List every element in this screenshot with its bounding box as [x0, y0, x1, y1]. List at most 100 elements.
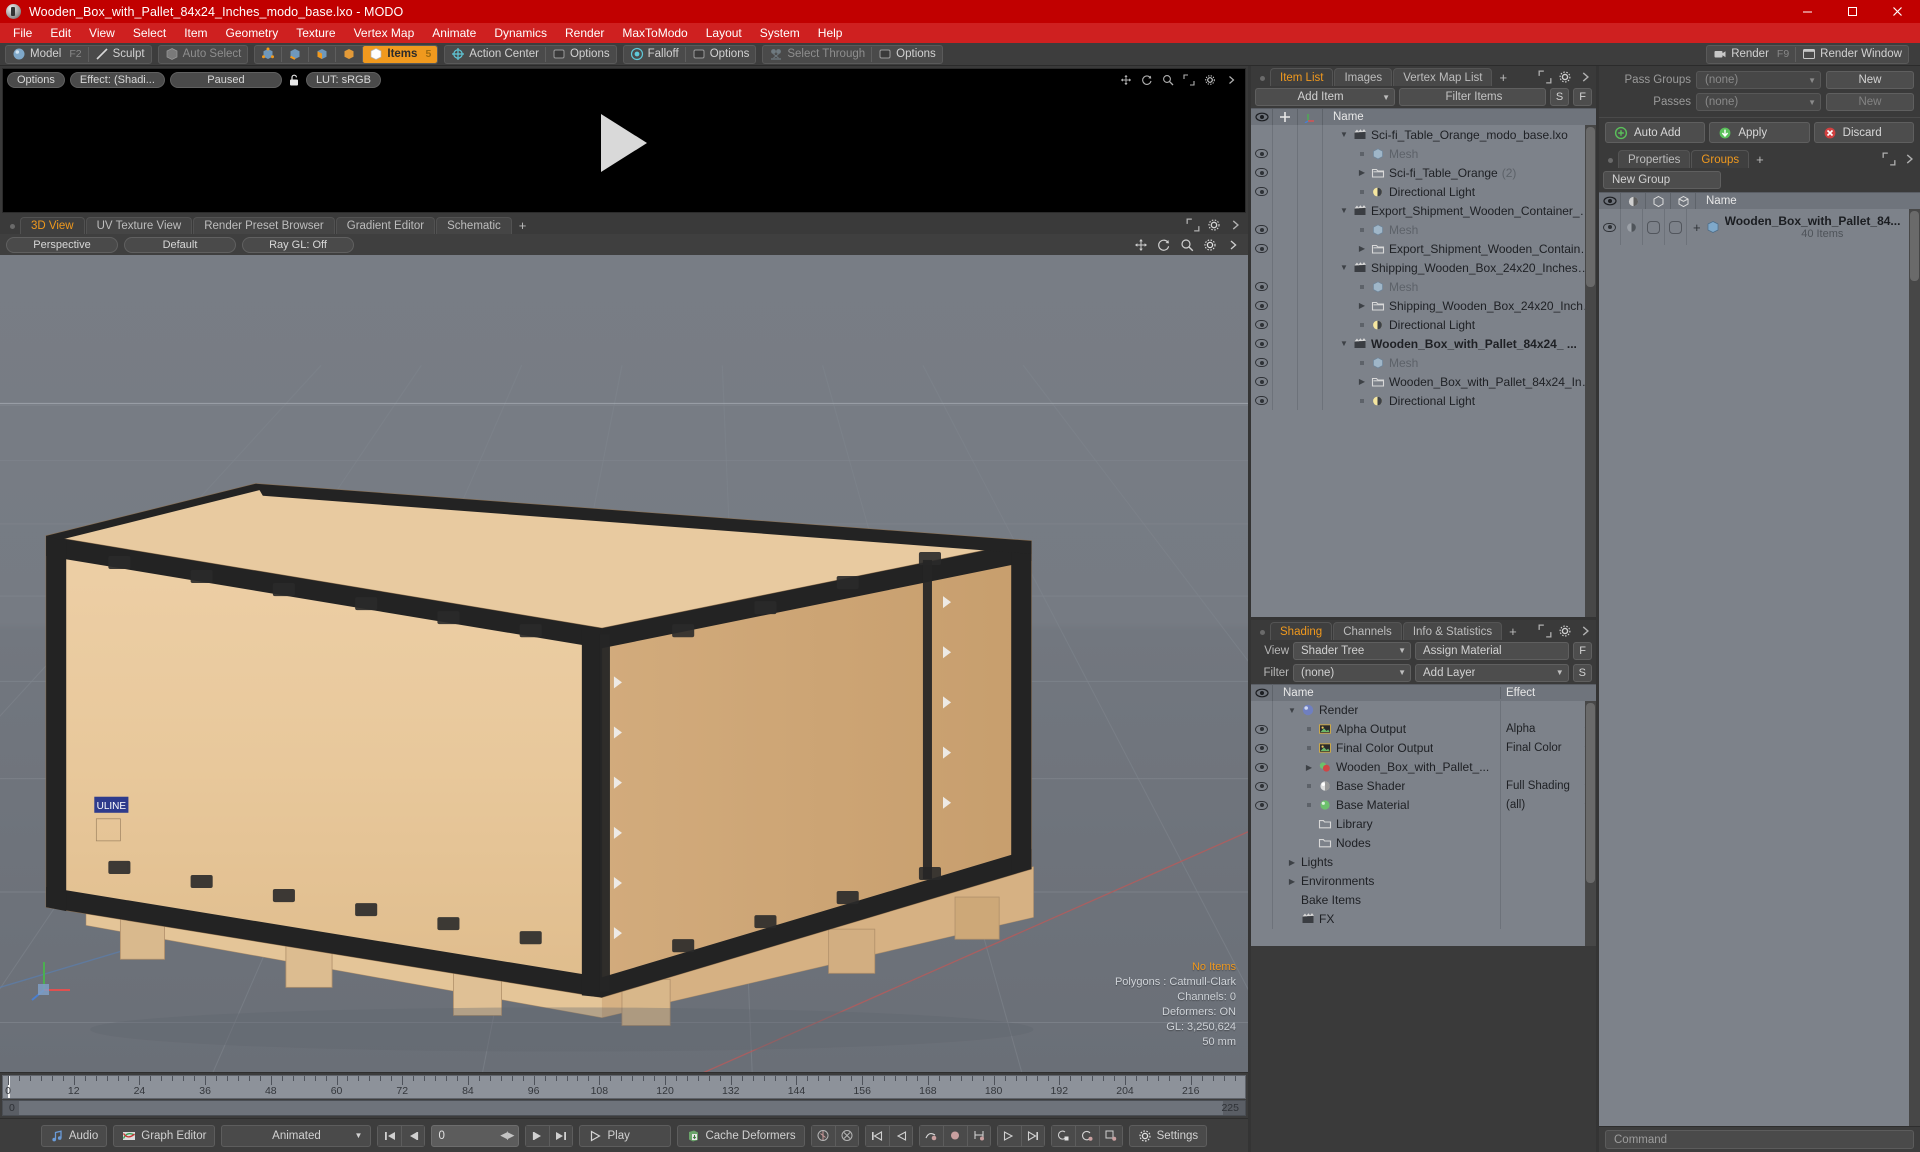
- visibility-toggle[interactable]: [1251, 239, 1273, 258]
- shading-f-button[interactable]: F: [1573, 641, 1592, 660]
- tab-info-statistics[interactable]: Info & Statistics: [1402, 621, 1503, 640]
- transform-cell[interactable]: [1298, 182, 1323, 201]
- render-paused-button[interactable]: Paused: [169, 72, 282, 88]
- lock-cell[interactable]: [1273, 258, 1298, 277]
- item-name-cell[interactable]: Directional Light: [1323, 394, 1596, 408]
- transform-cell[interactable]: [1298, 220, 1323, 239]
- list-item[interactable]: Bake Items: [1251, 890, 1596, 910]
- visibility-toggle[interactable]: [1251, 334, 1273, 353]
- chevron-down-icon[interactable]: ▼: [1287, 706, 1297, 715]
- cache-deformers-button[interactable]: Cache Deformers: [677, 1124, 805, 1147]
- pass-groups-dropdown[interactable]: (none) ▼: [1696, 71, 1821, 89]
- item-name-cell[interactable]: Directional Light: [1323, 185, 1596, 199]
- visibility-toggle[interactable]: [1251, 757, 1273, 777]
- play-button[interactable]: Play: [579, 1124, 672, 1147]
- chevron-right-icon[interactable]: [1226, 238, 1240, 252]
- add-key-curve-button[interactable]: [918, 1124, 943, 1147]
- add-item-list-tab-button[interactable]: +: [1493, 69, 1513, 86]
- transform-cell[interactable]: [1298, 125, 1323, 144]
- render-lut-button[interactable]: LUT: sRGB: [305, 72, 381, 88]
- shader-tree-scrollbar[interactable]: [1585, 700, 1596, 946]
- group-name-cell[interactable]: + Wooden_Box_with_Pallet_84... 40 Items: [1687, 214, 1920, 240]
- list-item[interactable]: Library: [1251, 814, 1596, 834]
- item-name-cell[interactable]: ▼ Wooden_Box_with_Pallet_84x24_ ...: [1323, 337, 1596, 351]
- maximize-button[interactable]: [1830, 0, 1875, 23]
- shader-name-cell[interactable]: ▼ Render: [1273, 703, 1500, 717]
- menu-file[interactable]: File: [4, 23, 41, 43]
- visibility-toggle[interactable]: [1251, 890, 1273, 910]
- tab-properties[interactable]: Properties: [1618, 150, 1691, 168]
- chevron-right-icon[interactable]: ▶: [1357, 377, 1367, 386]
- menu-geometry[interactable]: Geometry: [217, 23, 288, 43]
- add-item-dropdown[interactable]: Add Item ▼: [1255, 88, 1395, 106]
- shader-name-cell[interactable]: Nodes: [1273, 836, 1500, 850]
- chevron-right-icon[interactable]: ▶: [1357, 244, 1367, 253]
- visibility-toggle[interactable]: [1251, 814, 1273, 834]
- visibility-toggle[interactable]: [1251, 909, 1273, 929]
- effect-cell[interactable]: [1500, 814, 1596, 834]
- key-bracket-button[interactable]: [966, 1124, 991, 1147]
- list-item[interactable]: Mesh: [1251, 144, 1596, 163]
- next-key-button[interactable]: [525, 1124, 550, 1147]
- menu-animate[interactable]: Animate: [423, 23, 485, 43]
- chevron-right-icon[interactable]: ▶: [1357, 301, 1367, 310]
- auto-select-button[interactable]: Auto Select: [159, 46, 248, 63]
- menu-item[interactable]: Item: [175, 23, 216, 43]
- list-item[interactable]: ▶ Sci-fi_Table_Orange (2): [1251, 163, 1596, 182]
- vertex-mode-button[interactable]: [255, 46, 281, 63]
- visibility-toggle[interactable]: [1251, 833, 1273, 853]
- gear-icon[interactable]: [1558, 70, 1572, 84]
- first-key-button[interactable]: [864, 1124, 889, 1147]
- visibility-toggle[interactable]: [1251, 852, 1273, 872]
- key-paste-button[interactable]: [1098, 1124, 1123, 1147]
- graph-editor-button[interactable]: Graph Editor: [113, 1124, 216, 1147]
- list-item[interactable]: Base Shader Full Shading▼: [1251, 776, 1596, 796]
- lock-open-icon[interactable]: [287, 73, 301, 87]
- effect-cell[interactable]: [1500, 852, 1596, 872]
- apply-button[interactable]: Apply: [1709, 122, 1810, 143]
- menu-render[interactable]: Render: [556, 23, 613, 43]
- item-name-cell[interactable]: Directional Light: [1323, 318, 1596, 332]
- menu-select[interactable]: Select: [124, 23, 175, 43]
- transform-cell[interactable]: [1298, 372, 1323, 391]
- chevron-right-icon[interactable]: ▶: [1287, 877, 1297, 886]
- shader-tree[interactable]: ▼RenderAlpha OutputAlpha▼Final Color Out…: [1251, 700, 1596, 946]
- shader-name-cell[interactable]: ▶ Wooden_Box_with_Pallet_...: [1273, 760, 1500, 774]
- tab-images[interactable]: Images: [1334, 68, 1393, 86]
- visibility-toggle[interactable]: [1251, 201, 1273, 220]
- sculpt-mode-button[interactable]: Sculpt: [89, 46, 151, 63]
- item-name-cell[interactable]: Mesh: [1323, 147, 1596, 161]
- expand-plus-icon[interactable]: +: [1693, 220, 1701, 235]
- visibility-toggle[interactable]: [1251, 144, 1273, 163]
- lock-cell[interactable]: [1273, 353, 1298, 372]
- item-name-cell[interactable]: ▶ Export_Shipment_Wooden_Container ...: [1323, 242, 1596, 256]
- select-through-options-button[interactable]: Options: [872, 46, 942, 63]
- list-item[interactable]: ▼ Wooden_Box_with_Pallet_84x24_ ...: [1251, 334, 1596, 353]
- shader-view-dropdown[interactable]: Shader Tree ▼: [1293, 641, 1411, 660]
- effect-cell[interactable]: [1500, 833, 1596, 853]
- chevron-right-icon[interactable]: [1225, 74, 1239, 88]
- tab-schematic[interactable]: Schematic: [436, 217, 512, 234]
- table-row[interactable]: + Wooden_Box_with_Pallet_84... 40 Items: [1599, 209, 1920, 245]
- key-filter-button[interactable]: [834, 1124, 859, 1147]
- scrollbar-thumb[interactable]: [1910, 211, 1919, 281]
- effect-cell[interactable]: Final Color▼: [1500, 738, 1596, 758]
- shader-filter-dropdown[interactable]: (none) ▼: [1293, 663, 1411, 682]
- shader-name-cell[interactable]: Final Color Output: [1273, 741, 1500, 755]
- move-icon[interactable]: [1120, 74, 1134, 88]
- move-icon[interactable]: [1134, 238, 1148, 252]
- lock-cell[interactable]: [1273, 239, 1298, 258]
- lock-cell[interactable]: [1273, 125, 1298, 144]
- visibility-toggle[interactable]: [1251, 719, 1273, 739]
- audio-button[interactable]: Audio: [40, 1124, 108, 1147]
- item-name-cell[interactable]: Mesh: [1323, 356, 1596, 370]
- lock-cell[interactable]: [1273, 220, 1298, 239]
- effect-cell[interactable]: [1500, 871, 1596, 891]
- panel-menu-dot-icon[interactable]: [1260, 76, 1265, 81]
- select-through-button[interactable]: Select Through: [763, 46, 871, 63]
- chevron-right-icon[interactable]: [1578, 70, 1592, 84]
- visibility-toggle[interactable]: [1251, 776, 1273, 796]
- list-item[interactable]: Mesh: [1251, 277, 1596, 296]
- tab-groups[interactable]: Groups: [1691, 150, 1750, 168]
- item-name-cell[interactable]: ▼ Shipping_Wooden_Box_24x20_Inches_ ...: [1323, 261, 1596, 275]
